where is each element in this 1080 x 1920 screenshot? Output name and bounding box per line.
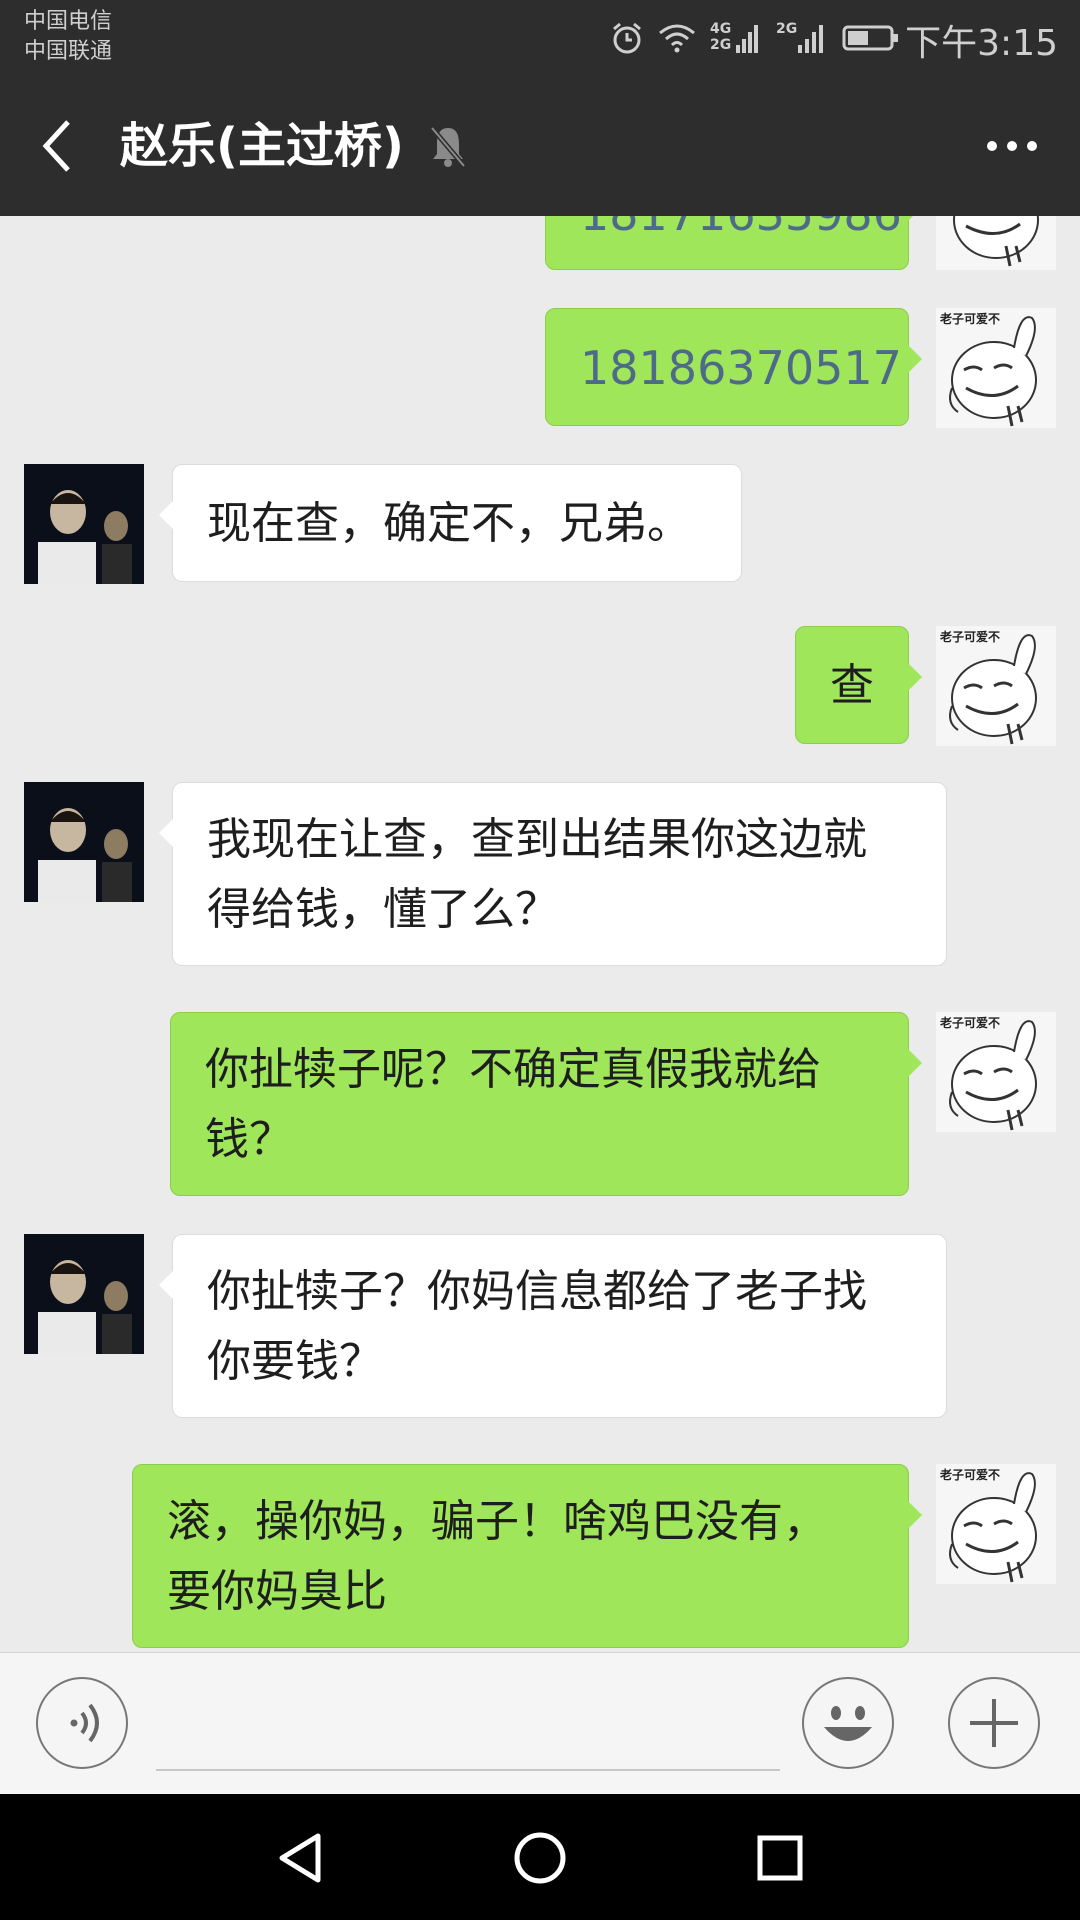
smiley-icon xyxy=(824,1706,872,1741)
message-bubble-me[interactable]: 你扯犊子呢？不确定真假我就给 钱？ xyxy=(170,1012,922,1196)
more-dots-icon[interactable] xyxy=(984,134,1040,158)
voice-button[interactable] xyxy=(36,1677,128,1769)
emoji-button[interactable] xyxy=(802,1677,894,1769)
message-text-line: 我现在让查，查到出结果你这边就 xyxy=(207,814,867,865)
contact-avatar[interactable] xyxy=(24,1234,144,1354)
alarm-icon xyxy=(613,22,641,54)
person-photo-icon xyxy=(24,464,144,584)
message-bubble-me[interactable]: 滚，操你妈，骗子！啥鸡巴没有， 要你妈臭比 xyxy=(132,1464,922,1648)
network-type-1: 4G xyxy=(710,21,732,37)
circle-home-icon[interactable] xyxy=(510,1828,570,1888)
network-type-2: 2G xyxy=(776,21,798,37)
my-avatar[interactable]: 老子可爱不 xyxy=(936,308,1056,428)
clock: 下午3:15 xyxy=(905,23,1058,64)
chat-header: 赵乐(主过桥) xyxy=(0,76,1080,216)
message-text-line: 你扯犊子呢？不确定真假我就给 xyxy=(205,1044,821,1095)
my-avatar[interactable]: 老子可爱不 xyxy=(936,626,1056,746)
message-bubble-me[interactable]: 查 xyxy=(795,626,922,744)
my-avatar[interactable]: 老子可爱不 xyxy=(936,1012,1056,1132)
sticker-caption: 老子可爱不 xyxy=(940,630,1001,644)
message-text-line: 得给钱，懂了么？ xyxy=(207,884,559,935)
message-bubble-other[interactable]: 现在查，确定不，兄弟。 xyxy=(159,464,742,582)
contact-avatar[interactable] xyxy=(24,782,144,902)
battery-icon xyxy=(842,25,898,51)
wifi-icon xyxy=(659,24,695,53)
message-text: 18171635986 xyxy=(580,216,902,241)
carrier-2: 中国联通 xyxy=(24,39,113,64)
person-photo-icon xyxy=(24,782,144,902)
my-avatar[interactable]: 老子可爱不 xyxy=(936,1464,1056,1584)
plus-icon xyxy=(970,1699,1018,1747)
message-text: 现在查，确定不，兄弟。 xyxy=(207,498,691,549)
more-functions-button[interactable] xyxy=(948,1677,1040,1769)
message-bubble-me[interactable]: 18171635986 xyxy=(545,216,922,270)
sticker-avatar-icon xyxy=(953,216,1039,267)
signal-1: 4G 2G xyxy=(710,21,762,55)
signal-2: 2G xyxy=(776,21,828,55)
input-bar xyxy=(0,1652,1080,1795)
message-input[interactable] xyxy=(156,1769,780,1771)
message-text-line: 你扯犊子？你妈信息都给了老子找 xyxy=(207,1266,867,1317)
sticker-caption: 老子可爱不 xyxy=(940,312,1001,326)
contact-avatar[interactable] xyxy=(24,464,144,584)
message-text-line: 钱？ xyxy=(205,1114,293,1165)
chat-title: 赵乐(主过桥) xyxy=(120,118,404,174)
message-bubble-me[interactable]: 18186370517 xyxy=(545,308,922,426)
bell-off-icon xyxy=(430,126,466,168)
square-recents-icon[interactable] xyxy=(750,1828,810,1888)
my-avatar[interactable] xyxy=(936,216,1056,270)
network-type-1b: 2G xyxy=(710,37,732,53)
message-text-line: 你要钱？ xyxy=(207,1336,383,1387)
message-list[interactable]: 18171635986 18186370517 老子可爱不 xyxy=(0,216,1080,1652)
message-text: 18186370517 xyxy=(580,341,902,395)
message-bubble-other[interactable]: 我现在让查，查到出结果你这边就 得给钱，懂了么？ xyxy=(159,782,947,966)
navigation-bar xyxy=(0,1794,1080,1920)
chevron-left-icon[interactable] xyxy=(38,116,78,176)
voice-icon xyxy=(70,1703,99,1743)
status-bar: 中国电信 中国联通 4G 2G 2G 下午3:15 xyxy=(0,0,1080,76)
signal-bars-1-icon xyxy=(736,25,758,53)
message-text: 查 xyxy=(830,660,874,711)
sticker-caption: 老子可爱不 xyxy=(940,1468,1001,1482)
message-text-line: 滚，操你妈，骗子！啥鸡巴没有， xyxy=(167,1496,827,1547)
message-text-line: 要你妈臭比 xyxy=(167,1566,387,1617)
status-icons: 4G 2G 2G xyxy=(610,16,900,60)
person-photo-icon xyxy=(24,1234,144,1354)
message-bubble-other[interactable]: 你扯犊子？你妈信息都给了老子找 你要钱？ xyxy=(159,1234,947,1418)
sticker-caption: 老子可爱不 xyxy=(940,1016,1001,1030)
carrier-1: 中国电信 xyxy=(24,9,113,34)
signal-bars-2-icon xyxy=(798,25,823,53)
triangle-back-icon[interactable] xyxy=(272,1828,332,1888)
